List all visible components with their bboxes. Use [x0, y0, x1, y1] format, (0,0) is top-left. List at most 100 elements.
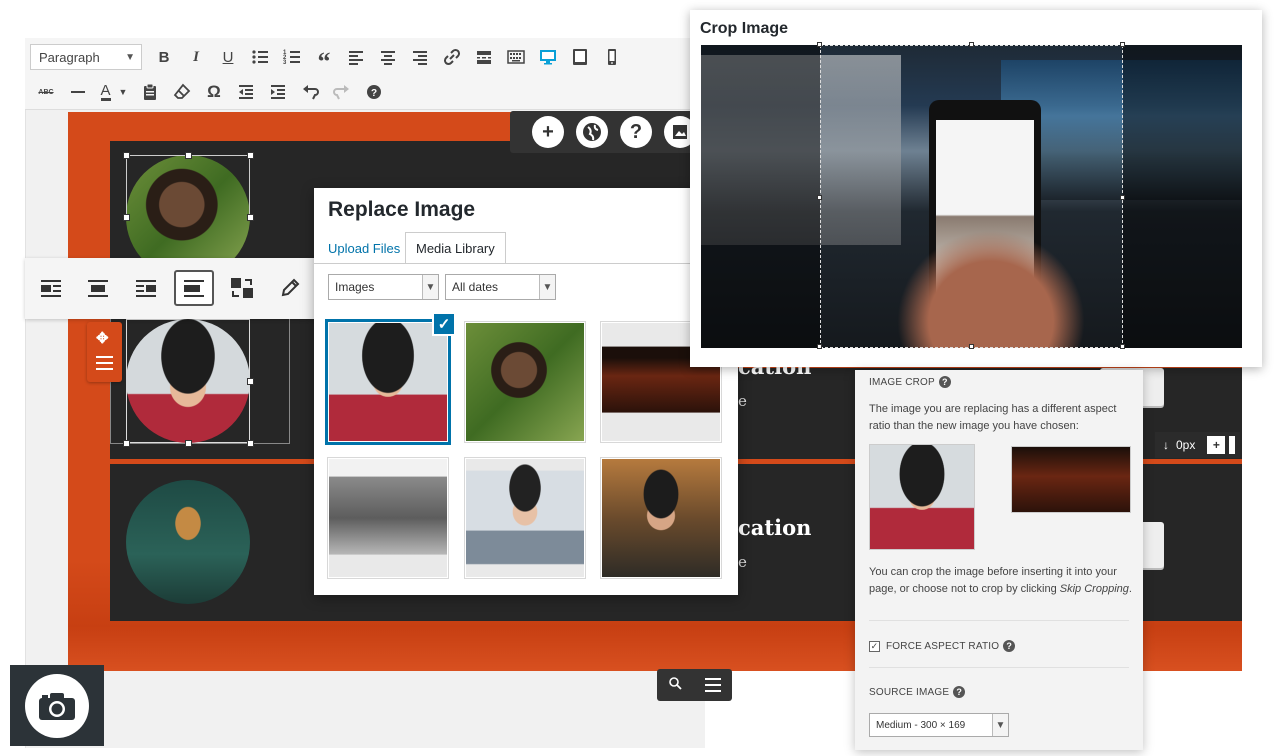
section-text-fragment: e [738, 392, 747, 410]
resize-handle[interactable] [123, 440, 130, 447]
italic-icon[interactable]: I [180, 43, 212, 71]
resize-handle[interactable] [247, 152, 254, 159]
text-color-icon[interactable]: A ▼ [94, 78, 134, 106]
crop-handle[interactable] [969, 42, 974, 47]
horizontal-line-icon[interactable] [62, 78, 94, 106]
crop-handle[interactable] [969, 344, 974, 349]
date-filter-value: All dates [452, 280, 499, 294]
divider [869, 667, 1129, 668]
resize-handle[interactable] [185, 152, 192, 159]
mobile-preview-icon[interactable] [596, 43, 628, 71]
resize-handle[interactable] [123, 152, 130, 159]
read-more-icon[interactable] [468, 43, 500, 71]
media-thumbnail[interactable] [327, 457, 449, 579]
help-icon[interactable]: ? [953, 686, 966, 698]
paste-text-icon[interactable] [134, 78, 166, 106]
source-image-select[interactable]: Medium - 300 × 169 ▼ [869, 713, 1009, 737]
menu-icon[interactable] [96, 356, 113, 370]
spacing-plus-button[interactable]: + [1207, 436, 1226, 454]
numbered-list-icon[interactable]: 123 [276, 43, 308, 71]
image-crop-heading: IMAGE CROP? [869, 376, 951, 388]
replace-image-icon[interactable] [222, 270, 262, 306]
editor-toolbar: Paragraph ▼ B I U 123 “ ABC A ▼ Ω ? [25, 38, 715, 110]
media-type-filter[interactable]: Images ▼ [328, 274, 439, 300]
crop-selection-box[interactable] [820, 45, 1123, 348]
underline-label: U [222, 48, 234, 66]
crop-handle[interactable] [1120, 42, 1125, 47]
resize-handle[interactable] [185, 440, 192, 447]
align-left-icon[interactable] [340, 43, 372, 71]
align-none-icon[interactable] [174, 270, 214, 306]
crop-note-line: You can crop the image before inserting … [869, 566, 1117, 578]
underline-icon[interactable]: U [212, 43, 244, 71]
selected-checkmark-icon[interactable]: ✓ [432, 312, 456, 336]
align-right-icon[interactable] [404, 43, 436, 71]
menu-icon[interactable] [704, 678, 721, 692]
skip-cropping-link[interactable]: Skip Cropping [1060, 583, 1129, 595]
crop-handle[interactable] [1120, 344, 1125, 349]
current-image-preview [869, 444, 975, 550]
resize-handle[interactable] [247, 378, 254, 385]
crop-handle[interactable] [817, 195, 822, 200]
crop-handle[interactable] [817, 42, 822, 47]
align-left-wrap-icon[interactable] [31, 270, 71, 306]
block-drag-handle[interactable]: ✥ [87, 322, 122, 382]
media-thumbnail[interactable] [464, 321, 586, 443]
media-thumbnail-selected[interactable] [325, 319, 451, 445]
special-character-icon[interactable]: Ω [198, 78, 230, 106]
force-aspect-checkbox[interactable]: ✓ [869, 640, 880, 652]
add-icon[interactable]: + [532, 116, 564, 148]
source-image-label: SOURCE IMAGE [869, 686, 950, 698]
bullet-list-icon[interactable] [244, 43, 276, 71]
resize-handle[interactable] [247, 440, 254, 447]
media-thumbnail[interactable] [600, 457, 722, 579]
crop-handle[interactable] [817, 344, 822, 349]
media-thumbnail[interactable] [464, 457, 586, 579]
avatar-necklace[interactable] [126, 480, 250, 604]
help-icon[interactable]: ? [938, 376, 951, 388]
resize-handle[interactable] [123, 214, 130, 221]
toolbar-toggle-icon[interactable] [500, 43, 532, 71]
align-center-wrap-icon[interactable] [78, 270, 118, 306]
crop-note: You can crop the image before inserting … [869, 564, 1139, 598]
align-center-icon[interactable] [372, 43, 404, 71]
redo-icon[interactable] [326, 78, 358, 106]
outdent-icon[interactable] [230, 78, 262, 106]
globe-icon[interactable] [576, 116, 608, 148]
bottom-actions-bar [657, 669, 732, 701]
tab-media-library[interactable]: Media Library [405, 232, 506, 264]
section-heading-fragment: cation [738, 515, 812, 540]
clear-formatting-icon[interactable] [166, 78, 198, 106]
edit-pencil-icon[interactable] [270, 270, 310, 306]
bold-icon[interactable]: B [148, 43, 180, 71]
desktop-preview-icon[interactable] [532, 43, 564, 71]
avatar-woman-hat[interactable] [126, 319, 250, 443]
spacing-control[interactable]: ↓ 0px + [1155, 432, 1240, 458]
resize-handle[interactable] [247, 214, 254, 221]
camera-badge [10, 665, 104, 746]
spacing-extra[interactable] [1229, 436, 1236, 454]
help-circle-icon[interactable]: ? [620, 116, 652, 148]
align-right-wrap-icon[interactable] [126, 270, 166, 306]
tab-upload-files[interactable]: Upload Files [318, 232, 410, 264]
move-icon[interactable]: ✥ [96, 329, 109, 347]
tablet-preview-icon[interactable] [564, 43, 596, 71]
chevron-down-icon: ▼ [539, 275, 555, 299]
date-filter[interactable]: All dates ▼ [445, 274, 556, 300]
strikethrough-icon[interactable]: ABC [30, 78, 62, 106]
new-image-preview [1011, 446, 1131, 513]
crop-note-end: . [1128, 583, 1132, 595]
link-icon[interactable] [436, 43, 468, 71]
crop-shade-left [701, 45, 820, 348]
image-crop-heading-label: IMAGE CROP [869, 376, 935, 388]
undo-icon[interactable] [294, 78, 326, 106]
zoom-icon[interactable] [668, 676, 682, 695]
chevron-down-icon: ▼ [125, 51, 135, 63]
crop-handle[interactable] [1120, 195, 1125, 200]
indent-icon[interactable] [262, 78, 294, 106]
blockquote-icon[interactable]: “ [308, 43, 340, 76]
help-icon[interactable]: ? [1003, 640, 1016, 652]
help-icon[interactable]: ? [358, 78, 390, 106]
paragraph-format-select[interactable]: Paragraph ▼ [30, 44, 142, 70]
toolbar-row-1: Paragraph ▼ B I U 123 “ [30, 43, 628, 76]
